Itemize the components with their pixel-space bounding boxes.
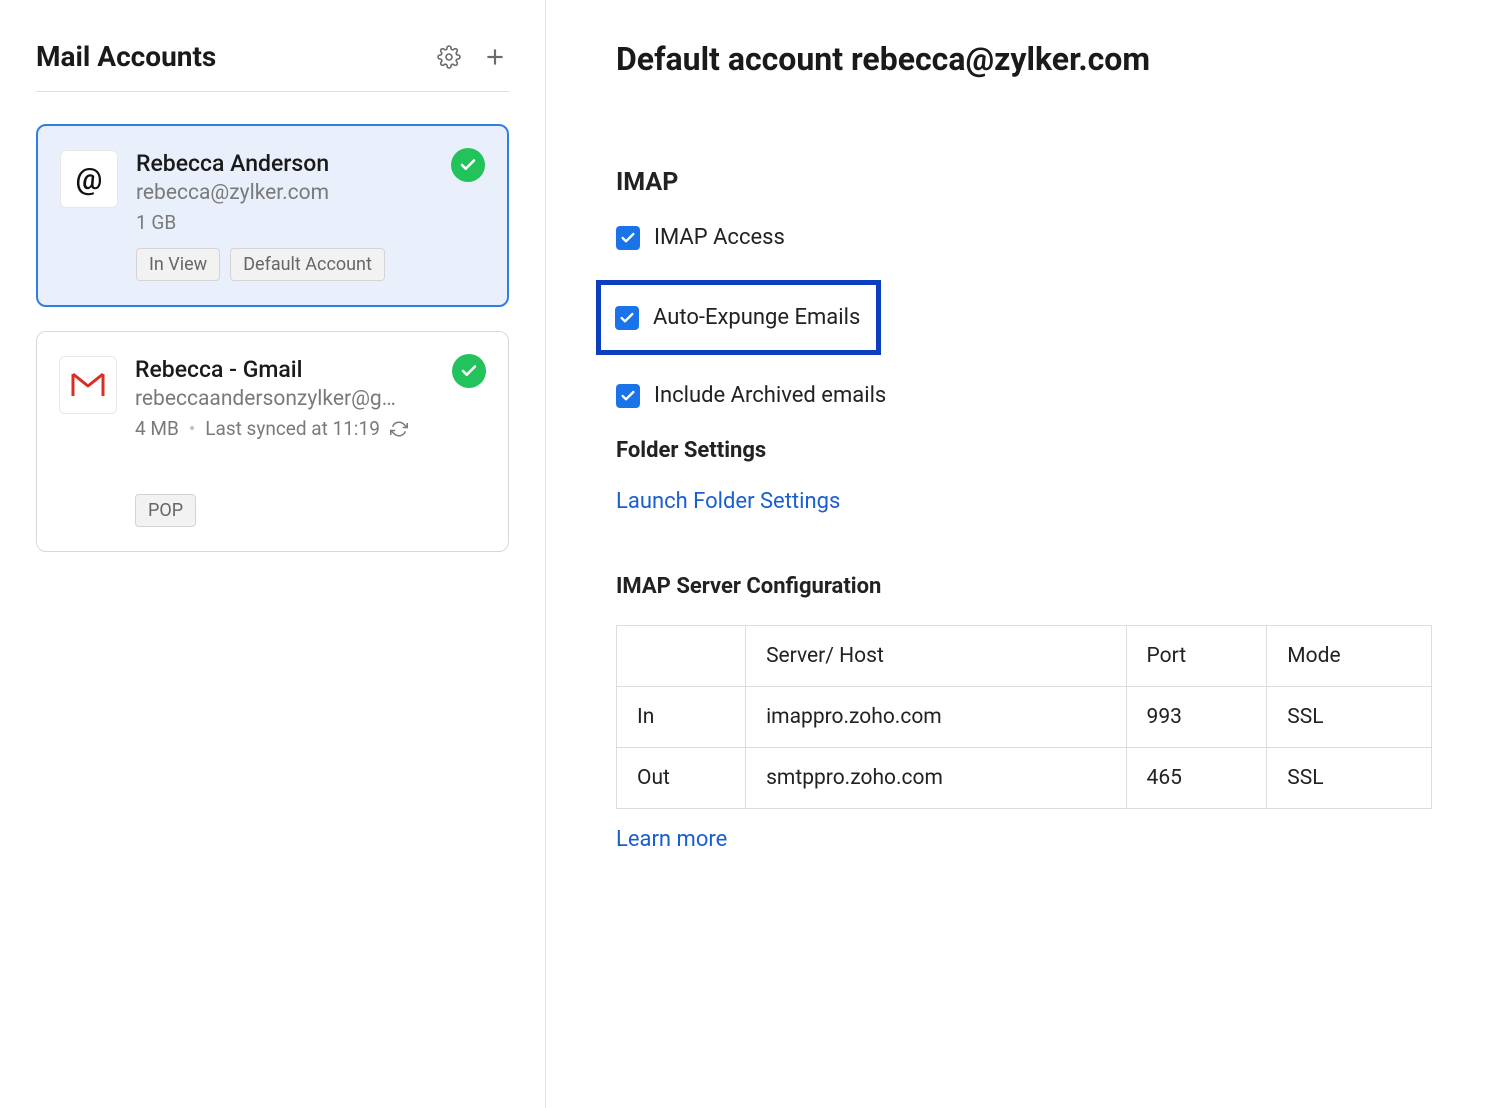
table-header: Mode — [1267, 626, 1432, 687]
account-body: Rebecca Anderson rebecca@zylker.com 1 GB… — [136, 150, 485, 281]
table-cell: imappro.zoho.com — [746, 687, 1126, 748]
checkbox-label: Auto-Expunge Emails — [653, 305, 860, 330]
checkbox-include-archived[interactable]: Include Archived emails — [616, 383, 1432, 408]
sidebar-header: Mail Accounts — [36, 40, 509, 92]
table-row: Out smtppro.zoho.com 465 SSL — [617, 748, 1432, 809]
at-icon: @ — [60, 150, 118, 208]
sidebar-actions — [435, 43, 509, 71]
badge-pop: POP — [135, 494, 196, 527]
launch-folder-settings-link[interactable]: Launch Folder Settings — [616, 489, 840, 514]
table-cell: 465 — [1126, 748, 1267, 809]
account-card[interactable]: Rebecca - Gmail rebeccaandersonzylker@g…… — [36, 331, 509, 552]
server-config-heading: IMAP Server Configuration — [616, 574, 1432, 599]
account-size: 1 GB — [136, 211, 485, 234]
table-cell: 993 — [1126, 687, 1267, 748]
account-badges: POP — [135, 494, 486, 527]
folder-settings-heading: Folder Settings — [616, 438, 1432, 463]
refresh-icon[interactable] — [390, 420, 408, 438]
page-title: Default account rebecca@zylker.com — [616, 40, 1432, 78]
account-name: Rebecca - Gmail — [135, 356, 486, 383]
checkbox-icon — [615, 306, 639, 330]
check-icon — [451, 148, 485, 182]
checkbox-icon — [616, 226, 640, 250]
table-cell: SSL — [1267, 687, 1432, 748]
table-row: In imappro.zoho.com 993 SSL — [617, 687, 1432, 748]
account-email: rebeccaandersonzylker@g… — [135, 387, 486, 411]
table-header: Port — [1126, 626, 1267, 687]
account-size: 4 MB — [135, 417, 179, 440]
account-name: Rebecca Anderson — [136, 150, 485, 177]
table-cell: SSL — [1267, 748, 1432, 809]
account-card[interactable]: @ Rebecca Anderson rebecca@zylker.com 1 … — [36, 124, 509, 307]
table-cell: Out — [617, 748, 746, 809]
add-icon[interactable] — [481, 43, 509, 71]
gmail-icon — [59, 356, 117, 414]
main-content: Default account rebecca@zylker.com IMAP … — [546, 0, 1502, 1108]
table-header — [617, 626, 746, 687]
account-meta: 4 MB • Last synced at 11:19 — [135, 417, 486, 440]
account-body: Rebecca - Gmail rebeccaandersonzylker@g…… — [135, 356, 486, 527]
check-icon — [452, 354, 486, 388]
table-header-row: Server/ Host Port Mode — [617, 626, 1432, 687]
checkbox-imap-access[interactable]: IMAP Access — [616, 225, 1432, 250]
learn-more-link[interactable]: Learn more — [616, 827, 727, 852]
account-badges: In View Default Account — [136, 248, 485, 281]
badge-in-view: In View — [136, 248, 220, 281]
table-cell: smtppro.zoho.com — [746, 748, 1126, 809]
sidebar-title: Mail Accounts — [36, 40, 216, 73]
server-config-table: Server/ Host Port Mode In imappro.zoho.c… — [616, 625, 1432, 809]
checkbox-label: IMAP Access — [654, 225, 785, 250]
table-cell: In — [617, 687, 746, 748]
imap-heading: IMAP — [616, 168, 1432, 197]
sidebar: Mail Accounts @ Rebecca Anderson rebecca… — [0, 0, 546, 1108]
checkbox-label: Include Archived emails — [654, 383, 886, 408]
separator-dot: • — [189, 417, 195, 440]
checkbox-auto-expunge[interactable]: Auto-Expunge Emails — [596, 280, 881, 355]
table-header: Server/ Host — [746, 626, 1126, 687]
settings-icon[interactable] — [435, 43, 463, 71]
account-synced: Last synced at 11:19 — [205, 417, 380, 440]
account-email: rebecca@zylker.com — [136, 181, 485, 205]
checkbox-icon — [616, 384, 640, 408]
badge-default: Default Account — [230, 248, 385, 281]
